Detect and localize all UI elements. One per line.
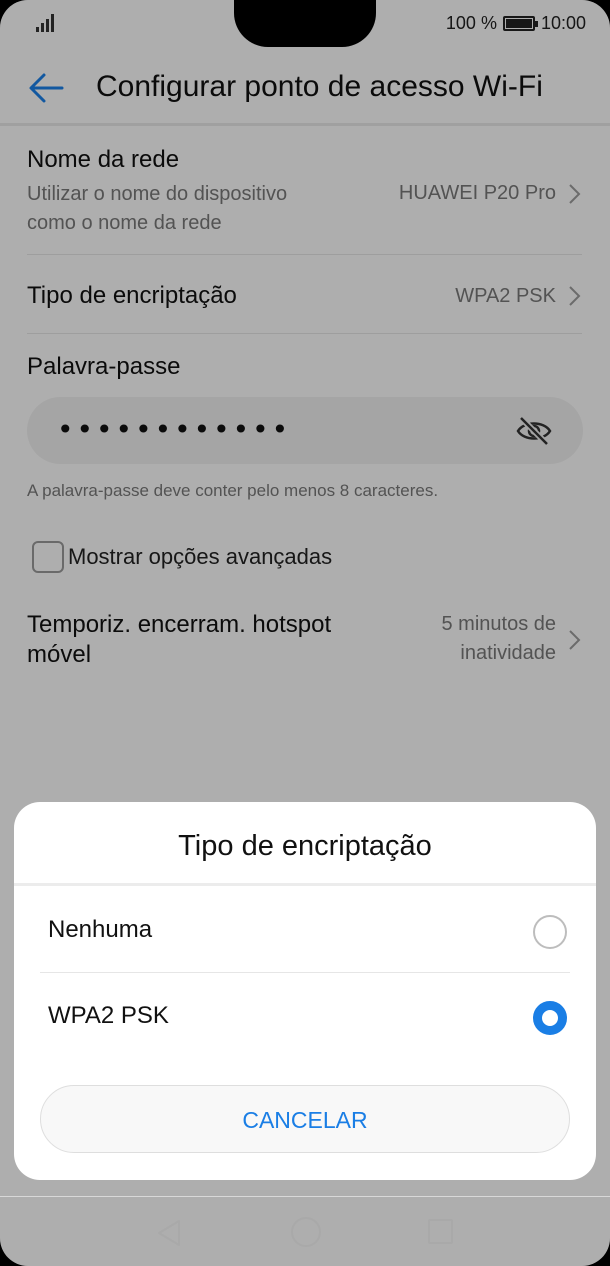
network-name-sublabel-2: como o nome da rede: [27, 212, 222, 234]
divider: [27, 333, 582, 334]
option-none-label: Nenhuma: [48, 916, 153, 943]
encryption-type-row[interactable]: Tipo de encriptação WPA2 PSK: [27, 255, 582, 333]
eye-off-icon[interactable]: [515, 415, 553, 447]
option-wpa2-psk-label: WPA2 PSK: [48, 1002, 169, 1029]
password-hint: A palavra-passe deve conter pelo menos 8…: [27, 481, 439, 500]
network-name-row[interactable]: Nome da rede Utilizar o nome do disposit…: [27, 146, 582, 254]
radio-unselected-icon[interactable]: [533, 915, 567, 949]
hotspot-timeout-row[interactable]: Temporiz. encerram. hotspot móvel 5 minu…: [27, 610, 582, 680]
hotspot-timeout-value-1: 5 minutos de: [441, 613, 556, 635]
encryption-type-value: WPA2 PSK: [455, 285, 556, 307]
option-wpa2-psk[interactable]: WPA2 PSK: [40, 974, 570, 1060]
screen: 100 % 10:00 Configurar ponto de acesso W…: [0, 0, 610, 1266]
arrow-left-icon[interactable]: [26, 70, 66, 106]
cancel-button[interactable]: CANCELAR: [40, 1085, 570, 1153]
advanced-options-checkbox[interactable]: [32, 541, 64, 573]
network-name-value: HUAWEI P20 Pro: [398, 182, 556, 204]
home-circle-icon[interactable]: [291, 1217, 321, 1247]
divider: [40, 972, 570, 973]
status-bar: 100 % 10:00: [0, 0, 610, 50]
radio-selected-icon[interactable]: [533, 1001, 567, 1035]
page-title: Configurar ponto de acesso Wi-Fi: [96, 70, 543, 103]
recents-square-icon[interactable]: [428, 1219, 453, 1244]
password-masked-value: ••••••••••••: [57, 413, 292, 446]
network-name-label: Nome da rede: [27, 146, 180, 173]
password-section: Palavra-passe: [27, 353, 582, 383]
app-bar: Configurar ponto de acesso Wi-Fi: [0, 50, 610, 126]
status-right: 100 % 10:00: [446, 13, 586, 34]
clock: 10:00: [540, 13, 586, 33]
chevron-right-icon: [569, 630, 581, 650]
encryption-type-dialog: Tipo de encriptação Nenhuma WPA2 PSK CAN…: [14, 802, 596, 1180]
password-label: Palavra-passe: [27, 353, 181, 380]
battery-icon: [502, 16, 538, 31]
option-none[interactable]: Nenhuma: [40, 888, 570, 974]
signal-icon: [36, 14, 58, 32]
system-nav-bar: [0, 1196, 610, 1266]
camera-notch: [234, 0, 376, 47]
chevron-right-icon: [569, 184, 581, 204]
hotspot-timeout-value-2: inatividade: [460, 642, 556, 664]
chevron-right-icon: [569, 286, 581, 306]
dialog-title: Tipo de encriptação: [178, 830, 432, 862]
password-input[interactable]: ••••••••••••: [27, 397, 583, 464]
battery-percent: 100 %: [445, 13, 497, 33]
advanced-options-label[interactable]: Mostrar opções avançadas: [68, 544, 332, 570]
divider: [14, 883, 596, 886]
encryption-type-label: Tipo de encriptação: [27, 282, 237, 309]
hotspot-timeout-value: 5 minutos de inatividade: [441, 610, 556, 668]
back-triangle-icon[interactable]: [156, 1219, 182, 1247]
